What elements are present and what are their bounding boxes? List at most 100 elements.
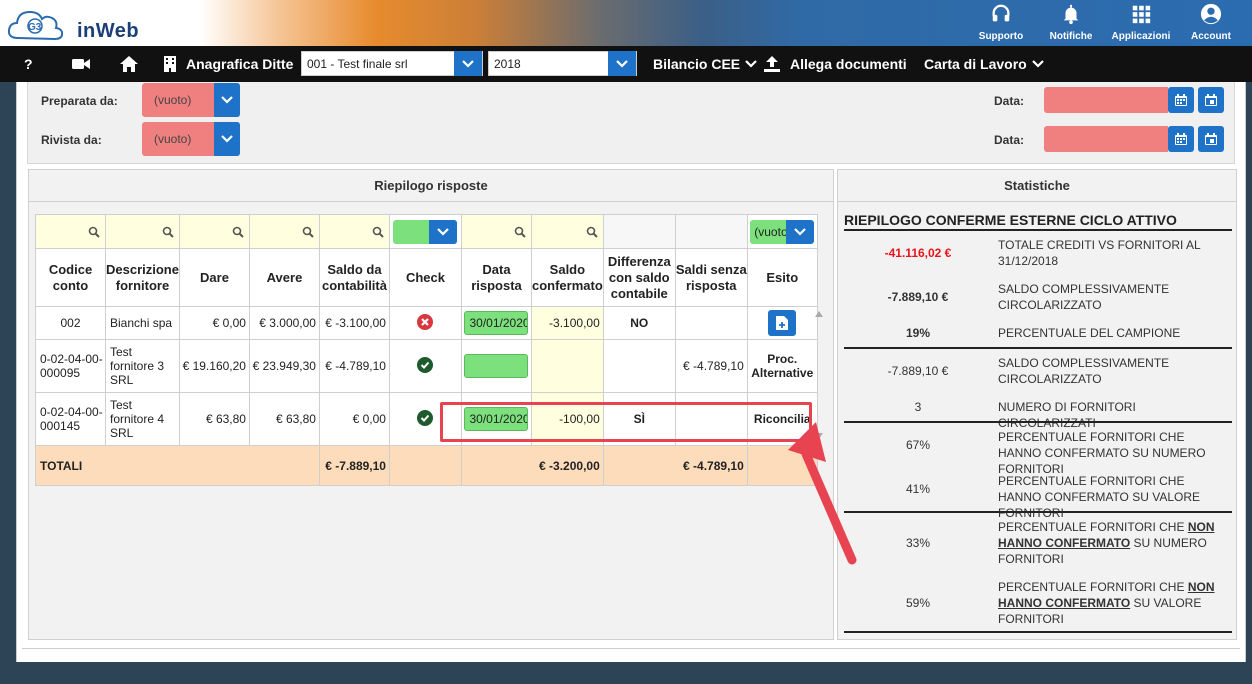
anagrafica-ditte-menu[interactable]: Anagrafica Ditte [164, 46, 293, 82]
top-header: G3 inWeb Supporto Notifiche Applicazioni… [0, 0, 1252, 46]
riepilogo-title: Riepilogo risposte [29, 170, 833, 202]
col-descrizione[interactable]: Descrizione fornitore [105, 248, 180, 307]
top-applications-button[interactable]: Applicazioni [1106, 0, 1176, 46]
home-button[interactable] [120, 46, 138, 82]
col-differenza[interactable]: Differenza con saldo contabile [602, 248, 676, 307]
filter-saldo[interactable] [318, 214, 390, 249]
bilancio-label: Bilancio CEE [653, 56, 741, 72]
building-icon [164, 56, 176, 72]
riepilogo-table: (vuoto) Codice conto Descrizione fornito… [35, 214, 818, 486]
calendar-button[interactable] [1168, 126, 1194, 152]
totals-confermato: € -3.200,00 [460, 445, 604, 486]
cell-data-risposta [460, 339, 532, 393]
user-icon [1200, 3, 1222, 25]
cell-dare: € 19.160,20 [178, 339, 250, 393]
help-button[interactable]: ? [24, 46, 33, 82]
col-saldo-confermato[interactable]: Saldo confermato [530, 248, 604, 307]
filter-descrizione[interactable] [105, 214, 180, 249]
headset-icon [992, 4, 1010, 22]
top-notifications-button[interactable]: Notifiche [1036, 0, 1106, 46]
cell-saldo-confermato[interactable] [530, 339, 604, 393]
cell-codice: 0-02-04-00-000145 [35, 392, 106, 446]
chevron-down-icon [616, 59, 628, 68]
company-select-toggle[interactable] [454, 51, 482, 76]
esito-filter-toggle[interactable] [786, 219, 815, 244]
col-codice[interactable]: Codice conto [35, 248, 106, 307]
check-circle-icon [417, 356, 434, 373]
cell-esito [746, 306, 818, 340]
stat-desc-pre: PERCENTUALE FORNITORI CHE [998, 580, 1188, 594]
table-row: 0-02-04-00-000095 Test fornitore 3 SRL €… [35, 339, 818, 393]
totals-senza: € -4.789,10 [602, 445, 748, 486]
table-row: 002 Bianchi spa € 0,00 € 3.000,00 € -3.1… [35, 306, 818, 340]
col-dare[interactable]: Dare [178, 248, 250, 307]
col-avere[interactable]: Avere [248, 248, 320, 307]
top-support-button[interactable]: Supporto [966, 0, 1036, 46]
statistiche-panel: Statistiche RIEPILOGO CONFERME ESTERNE C… [837, 169, 1237, 640]
scroll-up-icon[interactable] [815, 311, 823, 317]
check-filter-select[interactable] [393, 219, 458, 244]
col-saldo[interactable]: Saldo da contabilità [318, 248, 390, 307]
top-account-button[interactable]: Account [1176, 0, 1246, 46]
filter-data[interactable] [460, 214, 532, 249]
cell-codice: 0-02-04-00-000095 [35, 339, 106, 393]
video-button[interactable] [72, 46, 90, 82]
chevron-down-icon [221, 135, 233, 143]
totals-label: TOTALI [35, 445, 320, 486]
cell-dare: € 0,00 [178, 306, 250, 340]
company-select-value: 001 - Test finale srl [307, 56, 408, 71]
year-select-value: 2018 [494, 56, 521, 71]
cell-esito[interactable]: Proc. Alternative [746, 339, 818, 393]
data-rivista-input[interactable] [1044, 126, 1168, 152]
data-risposta-input[interactable] [464, 354, 529, 378]
preparata-toggle[interactable] [214, 83, 240, 117]
check-filter-toggle[interactable] [429, 219, 458, 244]
preparata-select[interactable]: (vuoto) [142, 83, 240, 117]
allega-documenti-button[interactable]: Allega documenti [764, 46, 907, 82]
filter-senza [674, 214, 748, 249]
attach-document-button[interactable] [768, 310, 797, 336]
data-preparata-label: Data: [994, 94, 1025, 108]
today-button[interactable] [1198, 87, 1224, 113]
year-select[interactable]: 2018 [488, 51, 637, 76]
year-select-toggle[interactable] [608, 51, 636, 76]
stat-desc: PERCENTUALE FORNITORI CHE HANNO CONFERMA… [998, 474, 1201, 520]
search-icon [514, 226, 526, 238]
data-risposta-input[interactable]: 30/01/2020 [464, 311, 529, 335]
stat-desc: PERCENTUALE DEL CAMPIONE [998, 326, 1181, 340]
search-icon [88, 226, 100, 238]
company-select[interactable]: 001 - Test finale srl [301, 51, 483, 76]
bilancio-cee-menu[interactable]: Bilancio CEE [653, 46, 757, 82]
cell-saldo: € -4.789,10 [318, 339, 390, 393]
col-check[interactable]: Check [388, 248, 462, 307]
cell-saldo-confermato[interactable]: -3.100,00 [530, 306, 604, 340]
col-esito[interactable]: Esito [746, 248, 818, 307]
logo-text: inWeb [77, 20, 140, 42]
notifications-label: Notifiche [1049, 31, 1093, 42]
calendar-button[interactable] [1168, 87, 1194, 113]
annotation-arrow-icon [788, 422, 857, 565]
calendar-icon [1175, 94, 1187, 106]
stat-desc: PERCENTUALE FORNITORI CHE NON HANNO CONF… [998, 579, 1228, 627]
cell-check [388, 339, 462, 393]
chevron-down-icon [221, 96, 233, 104]
filter-dare[interactable] [178, 214, 250, 249]
chevron-down-icon [1031, 60, 1044, 68]
today-button[interactable] [1198, 126, 1224, 152]
stat-desc-pre: PERCENTUALE FORNITORI CHE [998, 520, 1188, 534]
col-data-risposta[interactable]: Data risposta [460, 248, 532, 307]
rivista-toggle[interactable] [214, 122, 240, 156]
stat-desc: NUMERO DI FORNITORI CIRCOLARIZZATI [998, 400, 1136, 430]
filter-codice[interactable] [35, 214, 106, 249]
stats-divider [844, 421, 1232, 423]
carta-di-lavoro-menu[interactable]: Carta di Lavoro [924, 46, 1044, 82]
bell-icon [1063, 4, 1079, 25]
totals-saldo: € -7.889,10 [318, 445, 390, 486]
esito-filter-select[interactable]: (vuoto) [750, 219, 815, 244]
col-saldi-senza[interactable]: Saldi senza risposta [674, 248, 748, 307]
grid-icon [1132, 5, 1151, 24]
filter-avere[interactable] [248, 214, 320, 249]
rivista-select[interactable]: (vuoto) [142, 122, 240, 156]
filter-confermato[interactable] [530, 214, 604, 249]
data-preparata-input[interactable] [1044, 87, 1168, 113]
